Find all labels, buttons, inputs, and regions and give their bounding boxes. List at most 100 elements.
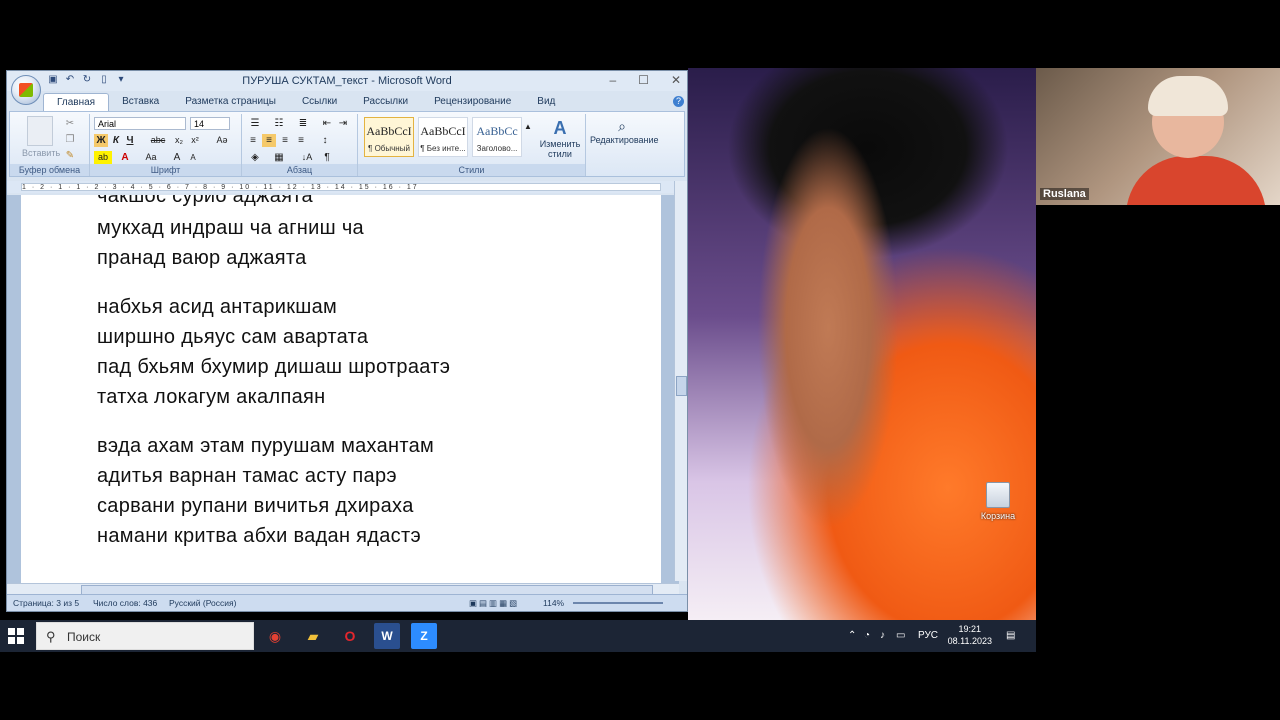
network-icon[interactable]: ◔ (864, 630, 870, 641)
numbering-icon[interactable]: ☷ (270, 117, 288, 130)
italic-button[interactable]: К (110, 134, 122, 147)
text-line: адитья варнан тамас асту парэ (97, 465, 397, 487)
align-right-icon[interactable]: ≡ (278, 134, 292, 147)
ribbon: Вставить ✂ ❐ ✎ Буфер обмена Arial 14 Ж К… (9, 111, 685, 177)
window-controls: – ☐ ✕ (609, 73, 681, 87)
close-button[interactable]: ✕ (671, 73, 681, 87)
volume-icon[interactable]: ♪ (880, 630, 885, 641)
chevron-up-icon[interactable]: ⌃ (848, 630, 856, 641)
video-tile[interactable]: Ruslana (1036, 68, 1280, 205)
zoom-level[interactable]: 114% (543, 598, 564, 608)
vertical-scrollbar[interactable] (674, 181, 687, 581)
office-logo-icon (19, 83, 33, 97)
minimize-button[interactable]: – (609, 73, 616, 87)
justify-icon[interactable]: ≡ (294, 134, 308, 147)
clock[interactable]: 19:21 08.11.2023 (948, 623, 992, 647)
tab-home[interactable]: Главная (43, 93, 110, 112)
clipboard-icon (27, 116, 53, 146)
recycle-bin[interactable]: Корзина (978, 482, 1018, 521)
show-marks-icon[interactable]: ¶ (320, 151, 334, 164)
tab-page-layout[interactable]: Разметка страницы (172, 93, 289, 111)
opera-icon[interactable]: O (337, 623, 363, 649)
font-name-select[interactable]: Arial (94, 117, 186, 130)
clipboard-group-label: Буфер обмена (10, 164, 89, 176)
style-heading[interactable]: AaBbCc Заголово... (472, 117, 522, 157)
scroll-thumb[interactable] (676, 376, 687, 396)
status-bar: Страница: 3 из 5 Число слов: 436 Русский… (7, 594, 687, 611)
bullets-icon[interactable]: ☰ (246, 117, 264, 130)
text-line: сарвани рупани вичитья дхирахa (97, 495, 414, 517)
help-icon[interactable]: ? (673, 96, 684, 107)
tab-review[interactable]: Рецензирование (421, 93, 524, 111)
search-box[interactable]: ⚲ Поиск (36, 622, 254, 650)
window-title: ПУРУША СУКТАМ_текст - Microsoft Word (242, 75, 452, 87)
shading-icon[interactable]: ◈ (246, 151, 264, 164)
paragraph-group-label: Абзац (242, 164, 357, 176)
word-icon[interactable]: W (374, 623, 400, 649)
font-size-select[interactable]: 14 (190, 117, 230, 130)
editing-button[interactable]: ⌕ Редактирование (590, 118, 659, 145)
style-no-spacing[interactable]: AaBbCcI ¶ Без инте... (418, 117, 468, 157)
document-area: чакшоc сурйо аджаята мукхад индраш ча аг… (7, 195, 679, 583)
cut-icon[interactable]: ✂ (64, 118, 76, 130)
clipboard-group: Вставить ✂ ❐ ✎ Буфер обмена (10, 114, 90, 176)
maximize-button[interactable]: ☐ (638, 73, 649, 87)
page-count[interactable]: Страница: 3 из 5 (13, 598, 79, 608)
borders-icon[interactable]: ▦ (270, 151, 288, 164)
subscript-button[interactable]: x₂ (172, 134, 186, 147)
ruler: 1 · 2 · 1 · 1 · 2 · 3 · 4 · 5 · 6 · 7 · … (7, 181, 675, 193)
shrink-font-button[interactable]: A (186, 151, 200, 164)
paste-button[interactable]: Вставить (22, 116, 61, 158)
style-normal[interactable]: AaBbCcI ¶ Обычный (364, 117, 414, 157)
strikethrough-button[interactable]: abc (148, 134, 168, 147)
taskbar: ⚲ Поиск ◉ ▰ O W Z ⌃ ◔ ♪ ▭ РУС ▤ 19:21 08… (0, 620, 1036, 652)
word-count[interactable]: Число слов: 436 (93, 598, 157, 608)
highlight-button[interactable]: ab (94, 151, 112, 164)
tab-view[interactable]: Вид (524, 93, 568, 111)
multilevel-list-icon[interactable]: ≣ (294, 117, 312, 130)
bold-button[interactable]: Ж (94, 134, 108, 147)
language-indicator[interactable]: Русский (Россия) (169, 598, 236, 608)
recycle-bin-label: Корзина (980, 511, 1016, 521)
line-spacing-icon[interactable]: ↕ (316, 134, 334, 147)
font-group-label: Шрифт (90, 164, 241, 176)
sort-icon[interactable]: ↓A (300, 151, 314, 164)
text-line: ширшно дьяус сам авартата (97, 326, 369, 348)
view-buttons[interactable]: ▣▤▥▦▧ (469, 598, 519, 609)
paste-label: Вставить (22, 148, 61, 158)
binoculars-icon: ⌕ (618, 118, 626, 134)
word-window: ▣ ↶ ↻ ▯ ▾ ПУРУША СУКТАМ_текст - Microsof… (6, 70, 688, 612)
notification-icon[interactable]: ▤ (1006, 630, 1015, 641)
tab-insert[interactable]: Вставка (109, 93, 172, 111)
align-left-icon[interactable]: ≡ (246, 134, 260, 147)
increase-indent-icon[interactable]: ⇥ (336, 117, 350, 130)
chrome-icon[interactable]: ◉ (262, 623, 288, 649)
change-case-button[interactable]: Aa (142, 151, 160, 164)
text-line: татха локагум акалпаян (97, 386, 326, 408)
document-page[interactable]: чакшоc сурйо аджаята мукхад индраш ча аг… (21, 195, 661, 583)
text-line: пад бхьям бхумир дишаш шротраатэ (97, 356, 451, 378)
copy-icon[interactable]: ❐ (64, 134, 76, 146)
superscript-button[interactable]: x² (188, 134, 202, 147)
change-styles-button[interactable]: A Изменить стили (538, 118, 582, 159)
grow-font-button[interactable]: A (170, 151, 184, 164)
tab-references[interactable]: Ссылки (289, 93, 350, 111)
zoom-slider[interactable] (573, 602, 663, 604)
format-painter-icon[interactable]: ✎ (64, 150, 76, 162)
underline-button[interactable]: Ч (124, 134, 136, 147)
align-center-icon[interactable]: ≡ (262, 134, 276, 147)
file-explorer-icon[interactable]: ▰ (300, 623, 326, 649)
clear-format-icon[interactable]: Aə (214, 134, 230, 147)
decrease-indent-icon[interactable]: ⇤ (320, 117, 334, 130)
language-indicator[interactable]: РУС (918, 630, 938, 641)
paragraph-group: ☰ ☷ ≣ ⇤ ⇥ ≡ ≡ ≡ ≡ ↕ ◈ ▦ ↓A ¶ Абзац (242, 114, 358, 176)
desktop-wallpaper (688, 68, 1036, 620)
office-button[interactable] (11, 75, 41, 105)
tab-mailings[interactable]: Рассылки (350, 93, 421, 111)
styles-scroll-icon[interactable]: ▲ (524, 120, 532, 133)
battery-icon[interactable]: ▭ (896, 630, 905, 641)
text-line: вэда ахам этам пурушам махантам (97, 435, 435, 457)
start-button[interactable] (8, 628, 24, 644)
change-styles-label: Изменить стили (539, 139, 581, 159)
zoom-icon[interactable]: Z (411, 623, 437, 649)
